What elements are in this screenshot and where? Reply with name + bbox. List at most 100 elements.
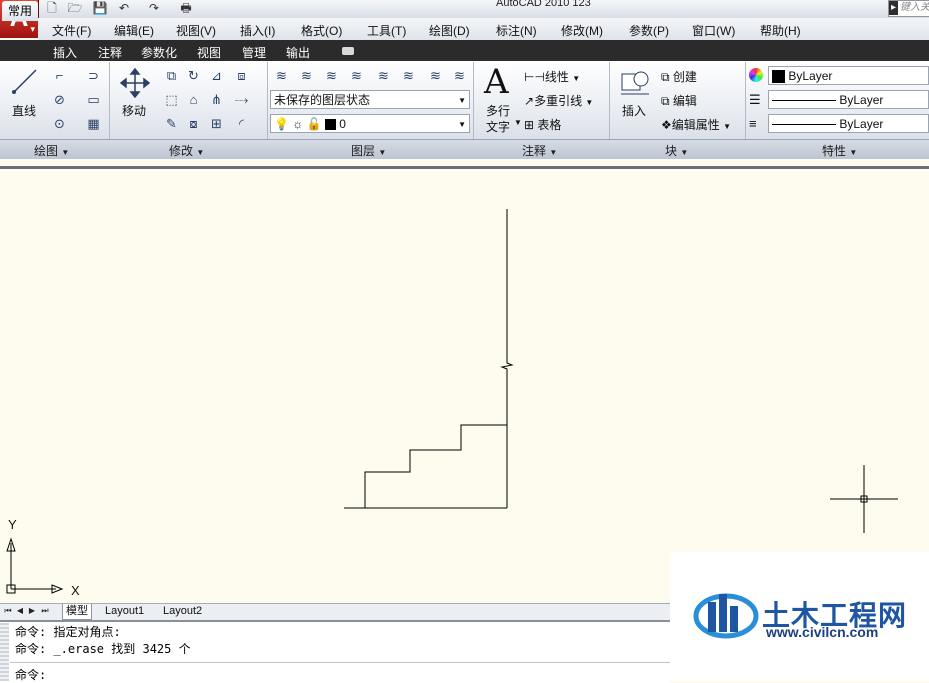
print-icon[interactable]: 🖶 xyxy=(178,1,194,15)
edit-block-button[interactable]: ⧉ 编辑 xyxy=(661,92,697,109)
open-icon[interactable]: 🗁 xyxy=(67,1,83,15)
panel-title-draw[interactable]: 绘图 ▼ xyxy=(34,142,69,159)
fillet-icon[interactable]: ◜ xyxy=(232,114,251,133)
redo-icon[interactable]: ↷ xyxy=(146,1,162,15)
menu-parametric[interactable]: 参数(P) xyxy=(629,22,669,39)
break-line-symbol xyxy=(500,209,514,372)
layer-unisolate-icon[interactable]: ≋ xyxy=(399,66,418,85)
array-icon[interactable]: ⧈ xyxy=(232,66,251,85)
layer-previous-icon[interactable]: ≋ xyxy=(347,66,366,85)
tab-layout2[interactable]: Layout2 xyxy=(160,604,205,619)
layer-dropdown[interactable]: 💡 ☼ 🔓 0 ▼ xyxy=(270,114,470,133)
line-button-label[interactable]: 直线 xyxy=(12,102,36,119)
create-block-button[interactable]: ⧉ 创建 xyxy=(661,68,697,85)
prev-tab-icon[interactable]: ◀ xyxy=(15,605,25,617)
line-icon[interactable] xyxy=(10,66,40,96)
layer-freeze-icon[interactable]: ≋ xyxy=(426,66,445,85)
linetype-icon[interactable]: ≡ xyxy=(749,116,757,131)
tab-manage[interactable]: 管理 xyxy=(242,44,266,61)
mtext-label-1[interactable]: 多行 xyxy=(486,102,510,119)
tab-view[interactable]: 视图 xyxy=(197,44,221,61)
color-wheel-icon[interactable] xyxy=(749,68,763,82)
ribbon-minimize-toggle[interactable] xyxy=(342,47,354,55)
command-prompt[interactable]: 命令: xyxy=(15,666,46,683)
menu-insert[interactable]: 插入(I) xyxy=(240,22,275,39)
menu-edit[interactable]: 编辑(E) xyxy=(114,22,154,39)
panel-title-block[interactable]: 块 ▼ xyxy=(665,142,688,159)
menu-draw[interactable]: 绘图(D) xyxy=(429,22,470,39)
menu-file[interactable]: 文件(F) xyxy=(52,22,91,39)
title-bar xyxy=(0,0,929,19)
rectangle-icon[interactable]: ▭ xyxy=(84,90,103,109)
circle-icon[interactable]: ⊘ xyxy=(50,90,69,109)
arc-icon[interactable]: ⊃ xyxy=(84,66,103,85)
layer-isolate-icon[interactable]: ≋ xyxy=(374,66,393,85)
next-tab-icon[interactable]: ▶ xyxy=(27,605,37,617)
ellipse-icon[interactable]: ⊙ xyxy=(50,114,69,133)
drawing-canvas[interactable]: Y X xyxy=(0,166,929,606)
layer-state-dropdown[interactable]: 未保存的图层状态 ▼ xyxy=(270,90,470,109)
insert-button-label[interactable]: 插入 xyxy=(622,102,646,119)
panel-title-properties[interactable]: 特性 ▼ xyxy=(822,142,857,159)
tab-parametric[interactable]: 参数化 xyxy=(141,44,177,61)
command-window-grip[interactable] xyxy=(0,623,9,681)
chevron-down-icon: ▼ xyxy=(572,74,581,83)
tab-home[interactable]: 常用 xyxy=(2,1,38,21)
mirror-icon[interactable]: ⋔ xyxy=(207,90,226,109)
chevron-down-icon: ▼ xyxy=(378,148,387,157)
edit-attributes-icon: ❖ xyxy=(661,118,672,132)
undo-icon[interactable]: ↶ xyxy=(116,1,132,15)
tab-annotate[interactable]: 注释 xyxy=(98,44,122,61)
menu-tools[interactable]: 工具(T) xyxy=(367,22,406,39)
menu-help[interactable]: 帮助(H) xyxy=(760,22,801,39)
chevron-down-icon[interactable]: ▼ xyxy=(514,118,522,127)
mtext-label-2[interactable]: 文字 xyxy=(486,118,510,135)
menu-view[interactable]: 视图(V) xyxy=(176,22,216,39)
hatch-icon[interactable]: ▦ xyxy=(84,114,103,133)
offset-icon[interactable]: ⌂ xyxy=(184,90,203,109)
stretch-icon[interactable]: ⬚ xyxy=(162,90,181,109)
tab-model[interactable]: 模型 xyxy=(62,604,92,620)
tab-output[interactable]: 输出 xyxy=(286,44,310,61)
edit-block-icon: ⧉ xyxy=(661,94,670,108)
panel-title-annotation[interactable]: 注释 ▼ xyxy=(522,142,557,159)
panel-title-modify[interactable]: 修改 ▼ xyxy=(169,142,204,159)
new-icon[interactable]: 🗋 xyxy=(44,1,60,15)
layer-match-icon[interactable]: ≋ xyxy=(322,66,341,85)
color-dropdown[interactable]: ByLayer xyxy=(768,66,929,85)
rotate-icon[interactable]: ↻ xyxy=(184,66,203,85)
linetype-dropdown[interactable]: ByLayer xyxy=(768,90,929,109)
panel-title-layers[interactable]: 图层 ▼ xyxy=(351,142,386,159)
table-label: 表格 xyxy=(537,118,562,132)
scale-icon[interactable]: ⧇ xyxy=(184,114,203,133)
layer-state-icon[interactable]: ≋ xyxy=(297,66,316,85)
insert-block-icon[interactable] xyxy=(619,66,651,96)
multileader-button[interactable]: ↗多重引线 ▼ xyxy=(524,92,593,109)
table-button[interactable]: ⊞ 表格 xyxy=(524,116,561,133)
polyline-icon[interactable]: ⌐ xyxy=(50,66,69,85)
menu-modify[interactable]: 修改(M) xyxy=(561,22,603,39)
menu-format[interactable]: 格式(O) xyxy=(301,22,342,39)
save-icon[interactable]: 💾 xyxy=(92,1,108,15)
last-tab-icon[interactable]: ⏭ xyxy=(40,605,50,617)
linear-dimension-button[interactable]: ⊢⊣线性 ▼ xyxy=(524,68,580,85)
layer-off-icon[interactable]: ≋ xyxy=(450,66,469,85)
multiline-text-icon[interactable]: A xyxy=(484,62,509,102)
array-grid-icon[interactable]: ⊞ xyxy=(207,114,226,133)
lineweight-icon[interactable]: ☰ xyxy=(749,92,761,108)
edit-attributes-button[interactable]: ❖编辑属性 ▼ xyxy=(661,116,731,133)
move-icon[interactable] xyxy=(120,68,150,98)
lineweight-dropdown[interactable]: ByLayer xyxy=(768,114,929,133)
menu-window[interactable]: 窗口(W) xyxy=(692,22,735,39)
menu-dimension[interactable]: 标注(N) xyxy=(496,22,537,39)
layer-properties-icon[interactable]: ≋ xyxy=(272,66,291,85)
tab-insert[interactable]: 插入 xyxy=(53,44,77,61)
move-button-label[interactable]: 移动 xyxy=(122,102,146,119)
explode-icon[interactable]: ⤏ xyxy=(232,90,251,109)
copy-icon[interactable]: ⧉ xyxy=(162,66,181,85)
tab-layout1[interactable]: Layout1 xyxy=(102,604,147,619)
search-input[interactable]: ▸ 键入关 xyxy=(888,0,929,17)
first-tab-icon[interactable]: ⏮ xyxy=(3,605,13,617)
trim-icon[interactable]: ⊿ xyxy=(207,66,226,85)
erase-icon[interactable]: ✎ xyxy=(162,114,181,133)
